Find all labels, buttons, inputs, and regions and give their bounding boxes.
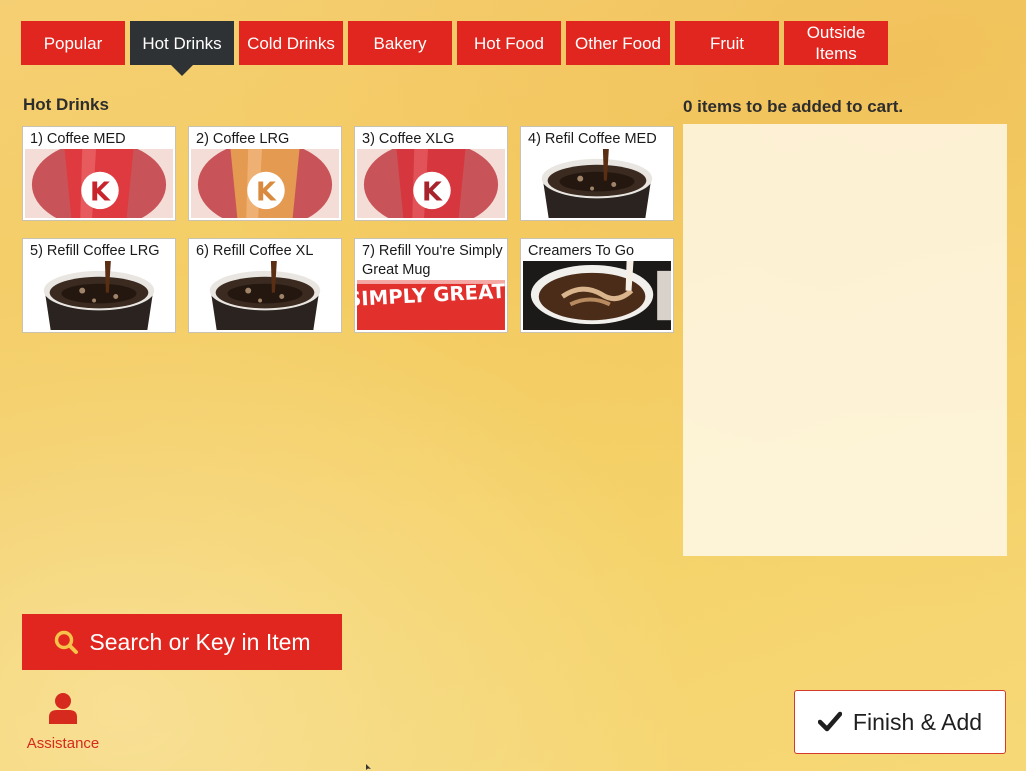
search-button-label: Search or Key in Item [89, 628, 311, 655]
tab-fruit[interactable]: Fruit [675, 21, 779, 65]
coffee-pour-image [523, 149, 671, 219]
tab-hot-food[interactable]: Hot Food [457, 21, 561, 65]
search-icon [53, 629, 79, 655]
product-tile-refill-coffee-lrg[interactable]: 5) Refill Coffee LRG [22, 238, 176, 333]
product-label: 3) Coffee XLG [362, 131, 455, 147]
cart-panel[interactable] [683, 124, 1007, 556]
svg-text:K: K [90, 177, 111, 207]
search-or-key-button[interactable]: Search or Key in Item [22, 614, 342, 670]
product-label: 6) Refill Coffee XL [196, 243, 314, 259]
creamer-pour-image [523, 261, 671, 331]
product-label: 2) Coffee LRG [196, 131, 290, 147]
tab-hot-drinks[interactable]: Hot Drinks [130, 21, 234, 76]
finish-and-add-button[interactable]: Finish & Add [794, 690, 1006, 754]
tab-popular[interactable]: Popular [21, 21, 125, 65]
product-tile-coffee-med[interactable]: 1) Coffee MED K [22, 126, 176, 221]
user-icon [49, 693, 77, 724]
mouse-cursor [366, 764, 371, 770]
coffee-pour-image [25, 261, 173, 331]
tab-other-food[interactable]: Other Food [566, 21, 670, 65]
tab-cold-drinks[interactable]: Cold Drinks [239, 21, 343, 65]
cart-count-text: 0 items to be added to cart. [683, 97, 904, 116]
finish-button-label: Finish & Add [852, 708, 983, 735]
product-label: 1) Coffee MED [30, 131, 126, 147]
product-label: 5) Refill Coffee LRG [30, 243, 160, 259]
tab-bakery[interactable]: Bakery [348, 21, 452, 65]
svg-text:K: K [256, 177, 277, 207]
assistance-button[interactable]: Assistance [23, 690, 103, 756]
product-tile-refill-coffee-xl[interactable]: 6) Refill Coffee XL [188, 238, 342, 333]
product-tile-creamers-to-go[interactable]: Creamers To Go [520, 238, 674, 333]
product-label: Creamers To Go [528, 243, 635, 259]
section-title: Hot Drinks [23, 95, 109, 114]
product-tile-coffee-lrg[interactable]: 2) Coffee LRG K [188, 126, 342, 221]
tab-outside-items[interactable]: Outside Items [784, 21, 888, 65]
circle-k-cup-image: K [191, 149, 339, 219]
assistance-label: Assistance [26, 735, 100, 752]
simply-great-mug-image: SIMPLY GREAT! [357, 280, 505, 331]
product-label: 4) Refil Coffee MED [528, 131, 657, 147]
svg-text:K: K [422, 177, 443, 207]
checkmark-icon [817, 711, 842, 733]
circle-k-cup-image: K [357, 149, 505, 219]
product-label: 7) Refill You're Simply Great Mug [362, 243, 503, 278]
product-tile-refil-coffee-med[interactable]: 4) Refil Coffee MED [520, 126, 674, 221]
circle-k-cup-image: K [25, 149, 173, 219]
coffee-pour-image [191, 261, 339, 331]
product-tile-refill-simply-great-mug[interactable]: 7) Refill You're Simply Great Mug SIMPLY… [354, 238, 508, 333]
product-tile-coffee-xlg[interactable]: 3) Coffee XLG K [354, 126, 508, 221]
